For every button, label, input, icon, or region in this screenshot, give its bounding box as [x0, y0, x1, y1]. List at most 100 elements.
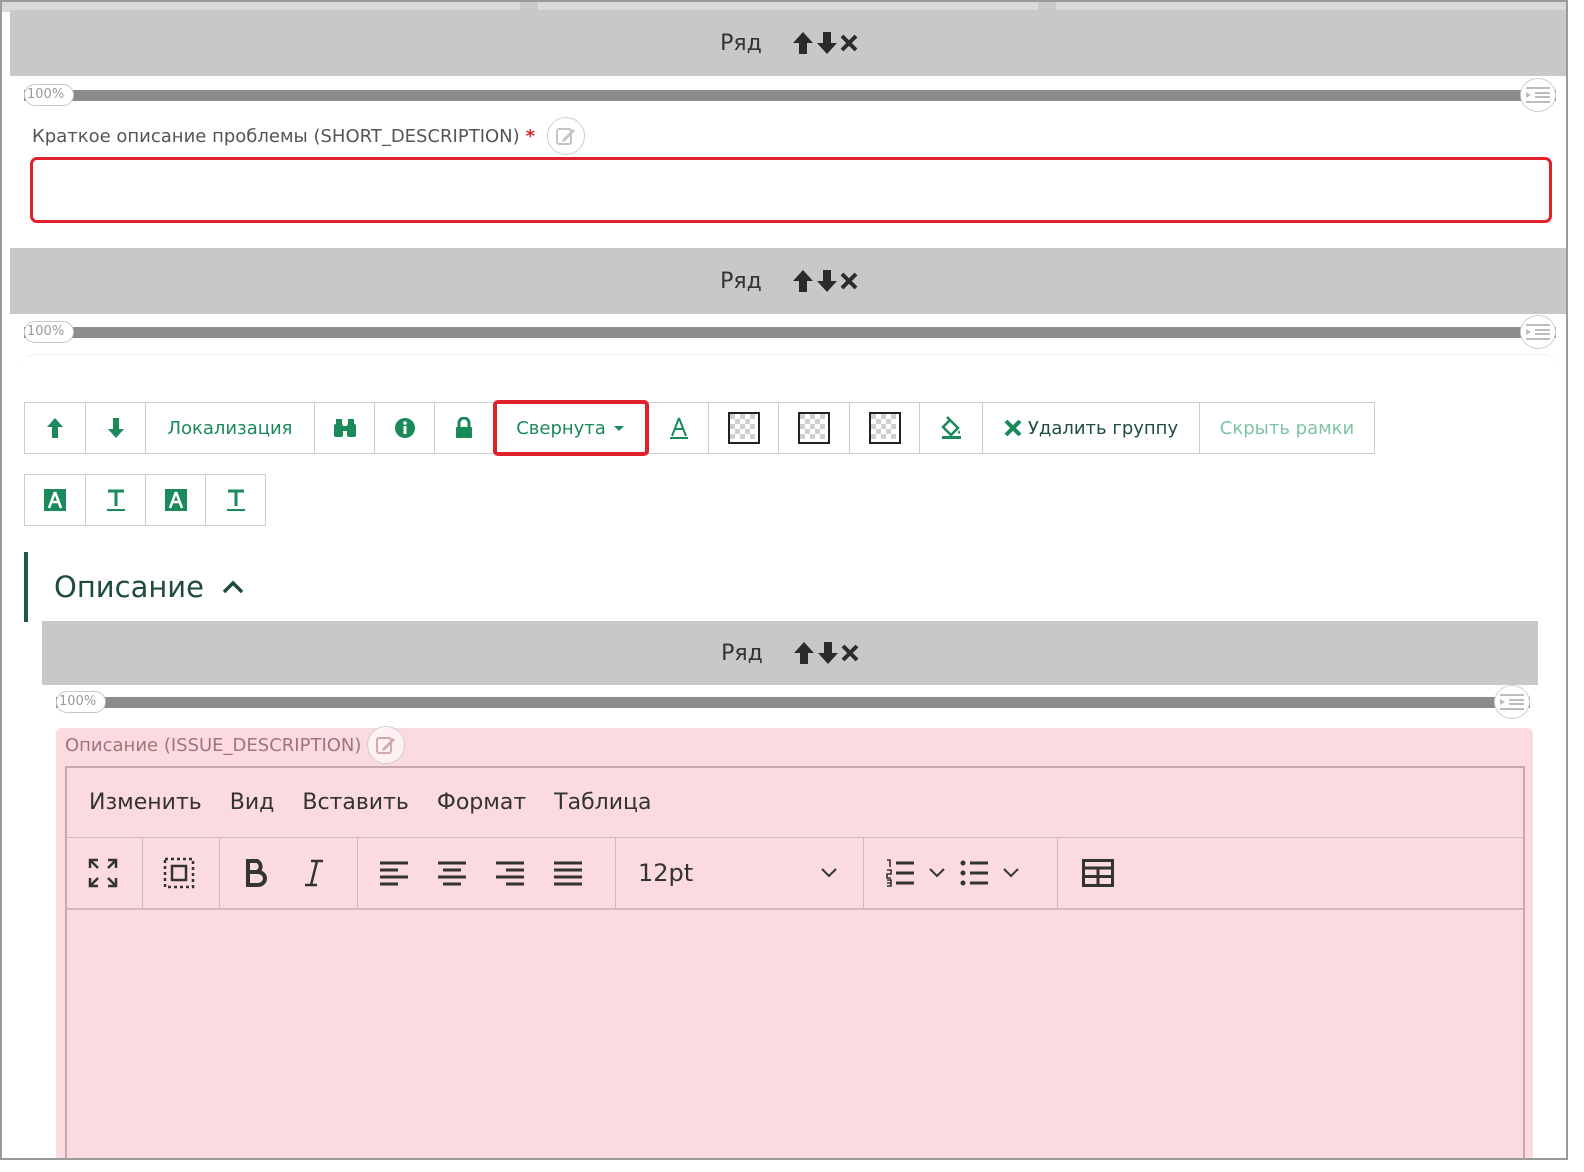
move-down-icon[interactable] — [816, 31, 838, 55]
editor-content-area[interactable] — [67, 910, 1523, 1158]
form-designer-frame: Ряд 100% Краткое описание проблемы (SHOR… — [0, 0, 1568, 1160]
width-percent: 100% — [56, 691, 106, 713]
arrow-up-icon — [47, 418, 63, 438]
move-down-icon[interactable] — [816, 269, 838, 293]
issue-description-label: Описание (ISSUE_DESCRIPTION) — [65, 726, 406, 764]
editor-menubar: Изменить Вид Вставить Формат Таблица — [67, 768, 1523, 838]
move-up-icon[interactable] — [792, 31, 814, 55]
move-down-icon[interactable] — [817, 641, 839, 665]
chevron-down-icon — [821, 868, 837, 878]
group-toolbar: Локализация Свернута Удалить группу Скры… — [24, 400, 1375, 456]
required-marker: * — [525, 125, 536, 147]
list-indent-icon — [1500, 694, 1524, 710]
delete-row-icon[interactable] — [840, 34, 858, 52]
move-group-up-button[interactable] — [24, 402, 86, 454]
move-up-icon[interactable] — [793, 641, 815, 665]
show-blocks-button[interactable] — [153, 847, 205, 899]
short-description-label: Краткое описание проблемы (SHORT_DESCRIP… — [32, 117, 586, 155]
transparency-icon — [798, 412, 830, 444]
width-percent: 100% — [24, 321, 74, 343]
background-transparent-button-2[interactable] — [778, 402, 850, 454]
column-width-slider[interactable]: 100% — [24, 78, 1556, 112]
transparency-icon — [727, 412, 760, 444]
bullet-list-icon — [960, 860, 988, 886]
align-justify-button[interactable] — [542, 847, 594, 899]
bullet-list-button[interactable] — [948, 847, 1000, 899]
collapsed-state-dropdown[interactable]: Свернута — [493, 400, 649, 456]
select-all-icon — [163, 857, 195, 889]
delete-row-icon[interactable] — [841, 644, 859, 662]
lock-icon — [456, 417, 472, 438]
list-indent-icon — [1526, 87, 1550, 103]
delete-row-icon[interactable] — [840, 272, 858, 290]
resize-handle[interactable] — [1520, 78, 1556, 112]
localization-button[interactable]: Локализация — [145, 402, 315, 454]
align-center-button[interactable] — [426, 847, 478, 899]
numbered-list-icon — [886, 859, 914, 887]
background-transparent-button-3[interactable] — [849, 402, 920, 454]
move-up-icon[interactable] — [792, 269, 814, 293]
header-style-toolbar — [24, 474, 266, 526]
arrow-down-icon — [107, 418, 124, 438]
info-button[interactable] — [374, 402, 435, 454]
info-icon — [394, 418, 415, 438]
binoculars-icon — [333, 419, 356, 437]
chevron-up-icon[interactable] — [222, 580, 244, 594]
short-description-input[interactable] — [30, 157, 1552, 223]
caret-down-icon — [613, 426, 624, 431]
content-background-color-button[interactable] — [145, 474, 206, 526]
text-underline-icon — [106, 489, 125, 511]
row-header: Ряд — [42, 621, 1538, 685]
list-indent-icon — [1526, 324, 1550, 340]
edit-field-button[interactable] — [547, 117, 586, 155]
font-color-icon — [669, 417, 688, 439]
paint-bucket-icon — [941, 416, 961, 439]
align-right-icon — [496, 861, 524, 886]
rich-text-editor: Изменить Вид Вставить Формат Таблица 12p… — [65, 766, 1525, 1158]
bold-button[interactable] — [230, 847, 282, 899]
content-text-style-button[interactable] — [205, 474, 266, 526]
numbered-list-options[interactable] — [928, 867, 946, 879]
align-left-button[interactable] — [368, 847, 420, 899]
edit-icon — [376, 737, 396, 754]
bold-icon — [246, 859, 267, 887]
lock-button[interactable] — [434, 402, 494, 454]
menu-table[interactable]: Таблица — [554, 790, 651, 815]
hide-borders-button[interactable]: Скрыть рамки — [1199, 402, 1375, 454]
numbered-list-button[interactable] — [874, 847, 926, 899]
align-center-icon — [438, 861, 466, 886]
move-group-down-button[interactable] — [85, 402, 146, 454]
menu-format[interactable]: Формат — [437, 790, 526, 815]
delete-group-button[interactable]: Удалить группу — [982, 402, 1200, 454]
bullet-list-options[interactable] — [1002, 867, 1020, 879]
text-color-button[interactable] — [648, 402, 709, 454]
menu-edit[interactable]: Изменить — [89, 790, 202, 815]
menu-view[interactable]: Вид — [230, 790, 275, 815]
group-section-header[interactable]: Описание — [24, 552, 244, 622]
column-width-slider[interactable]: 100% — [24, 315, 1556, 349]
transparency-icon — [868, 412, 901, 444]
italic-icon — [305, 859, 323, 887]
row-label: Ряд — [720, 268, 762, 294]
table-icon — [1082, 859, 1114, 887]
fullscreen-button[interactable] — [77, 847, 129, 899]
insert-table-button[interactable] — [1072, 847, 1124, 899]
edit-field-button[interactable] — [367, 726, 406, 764]
align-right-button[interactable] — [484, 847, 536, 899]
font-background-icon — [164, 489, 187, 511]
background-transparent-button-1[interactable] — [708, 402, 779, 454]
column-width-slider[interactable]: 100% — [56, 685, 1530, 719]
resize-handle[interactable] — [1520, 315, 1556, 349]
fullscreen-icon — [88, 858, 118, 888]
fill-color-button[interactable] — [919, 402, 983, 454]
italic-button[interactable] — [288, 847, 340, 899]
font-size-select[interactable]: 12pt — [624, 847, 852, 899]
editor-toolbar: 12pt — [67, 838, 1523, 910]
width-percent: 100% — [24, 84, 74, 106]
title-text-style-button[interactable] — [85, 474, 146, 526]
menu-insert[interactable]: Вставить — [302, 790, 409, 815]
resize-handle[interactable] — [1494, 685, 1530, 719]
section-title: Описание — [54, 570, 204, 604]
title-background-color-button[interactable] — [24, 474, 86, 526]
search-button[interactable] — [314, 402, 375, 454]
